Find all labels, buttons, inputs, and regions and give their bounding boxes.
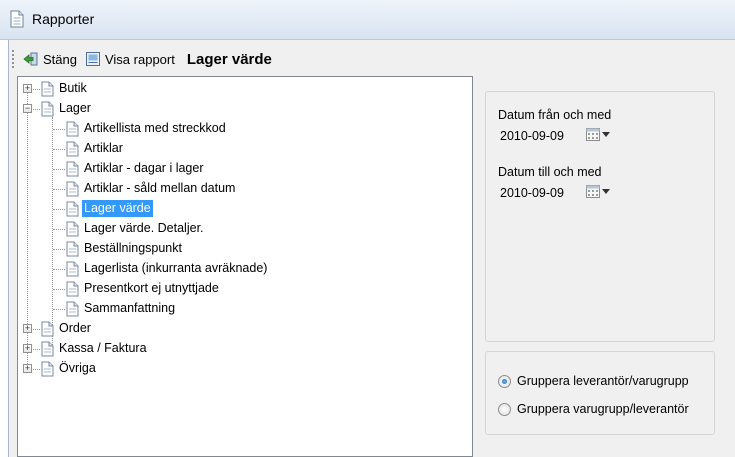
radio-button[interactable] (498, 402, 511, 416)
close-button-label: Stäng (43, 51, 77, 67)
document-icon (41, 321, 54, 337)
tree-connector (33, 89, 40, 90)
tree-node-label: Lager (59, 101, 91, 115)
document-icon (66, 181, 79, 197)
tree-node-artiklar[interactable]: Artiklar (18, 139, 458, 159)
close-button[interactable]: Stäng (21, 49, 83, 69)
tree-node-butik[interactable]: + Butik (18, 79, 458, 99)
document-icon (66, 301, 79, 317)
document-icon (66, 221, 79, 237)
document-icon (41, 101, 54, 117)
document-icon (66, 241, 79, 257)
date-from-value: 2010-09-09 (500, 129, 564, 143)
tree-node-lager-varde-detaljer[interactable]: Lager värde. Detaljer. (18, 219, 458, 239)
expand-icon[interactable]: + (23, 344, 32, 353)
document-icon (41, 81, 54, 97)
tree-node-label: Artikellista med streckkod (84, 121, 226, 135)
calendar-dropdown-button[interactable] (586, 185, 610, 198)
expand-icon[interactable]: + (23, 84, 32, 93)
tree-node-artiklar-sald[interactable]: Artiklar - såld mellan datum (18, 179, 458, 199)
document-icon (10, 10, 24, 28)
title-bar: Rapporter (0, 0, 735, 40)
tree-node-label: Beställningspunkt (84, 241, 182, 255)
tree-node-label: Lager värde. Detaljer. (84, 221, 204, 235)
tree-node-artiklar-dagar[interactable]: Artiklar - dagar i lager (18, 159, 458, 179)
toolbar: Stäng Visa rapport Lager värde (9, 44, 735, 74)
date-to-label: Datum till och med (498, 165, 602, 179)
tree-connector (53, 169, 65, 170)
tree-node-label: Lagerlista (inkurranta avräknade) (84, 261, 268, 275)
radio-option-group-supplier[interactable]: Gruppera varugrupp/leverantör (498, 402, 689, 416)
tree-connector (53, 269, 65, 270)
tree-node-lagerlista[interactable]: Lagerlista (inkurranta avräknade) (18, 259, 458, 279)
main-window: Stäng Visa rapport Lager värde + Butik − (8, 40, 735, 457)
exit-icon (23, 52, 38, 66)
calendar-dropdown-button[interactable] (586, 128, 610, 141)
tree-node-label: Presentkort ej utnyttjade (84, 281, 219, 295)
tree-node-label-selected: Lager värde (82, 200, 153, 217)
document-icon (66, 281, 79, 297)
document-icon (41, 341, 54, 357)
tree-node-label: Artiklar - dagar i lager (84, 161, 204, 175)
tree-connector (53, 309, 65, 310)
date-to-value: 2010-09-09 (500, 186, 564, 200)
radio-option-supplier-group[interactable]: Gruppera leverantör/varugrupp (498, 374, 689, 388)
tree-node-bestallningspunkt[interactable]: Beställningspunkt (18, 239, 458, 259)
report-tree[interactable]: + Butik − Lager Artikellista med streckk… (17, 76, 473, 457)
tree-node-lager-varde[interactable]: Lager värde (18, 199, 458, 219)
show-report-button[interactable]: Visa rapport (83, 49, 181, 69)
date-range-group: Datum från och med 2010-09-09 Datum till… (485, 91, 715, 342)
tree-node-lager[interactable]: − Lager (18, 99, 458, 119)
calendar-icon (586, 185, 600, 198)
report-preview-icon (85, 52, 100, 66)
tree-node-label: Artiklar (84, 141, 123, 155)
tree-connector (53, 289, 65, 290)
date-from-picker[interactable]: 2010-09-09 (498, 126, 626, 146)
tree-connector (33, 369, 40, 370)
report-title: Lager värde (186, 50, 272, 68)
tree-node-label: Övriga (59, 361, 96, 375)
radio-button-checked[interactable] (498, 374, 511, 388)
window-title: Rapporter (32, 11, 95, 27)
tree-connector (53, 129, 65, 130)
document-icon (66, 161, 79, 177)
expand-icon[interactable]: + (23, 324, 32, 333)
toolbar-grip[interactable] (11, 49, 15, 69)
tree-node-label: Butik (59, 81, 87, 95)
tree-connector (33, 329, 40, 330)
tree-node-presentkort[interactable]: Presentkort ej utnyttjade (18, 279, 458, 299)
show-report-button-label: Visa rapport (104, 51, 175, 67)
radio-option-label: Gruppera varugrupp/leverantör (517, 402, 689, 416)
tree-node-sammanfattning[interactable]: Sammanfattning (18, 299, 458, 319)
chevron-down-icon (602, 189, 610, 194)
document-icon (66, 261, 79, 277)
date-to-picker[interactable]: 2010-09-09 (498, 183, 626, 203)
date-from-label: Datum från och med (498, 108, 612, 122)
tree-node-kassa-faktura[interactable]: + Kassa / Faktura (18, 339, 458, 359)
document-icon (66, 121, 79, 137)
tree-connector (33, 109, 40, 110)
tree-node-label: Sammanfattning (84, 301, 176, 315)
expand-icon[interactable]: + (23, 364, 32, 373)
tree-node-label: Kassa / Faktura (59, 341, 147, 355)
tree-connector (53, 249, 65, 250)
tree-node-label: Order (59, 321, 91, 335)
tree-connector (53, 189, 65, 190)
calendar-icon (586, 128, 600, 141)
document-icon (66, 141, 79, 157)
document-icon (41, 361, 54, 377)
chevron-down-icon (602, 132, 610, 137)
tree-connector (53, 209, 65, 210)
tree-node-order[interactable]: + Order (18, 319, 458, 339)
tree-connector (33, 349, 40, 350)
collapse-icon[interactable]: − (23, 104, 32, 113)
document-icon (66, 201, 79, 217)
tree-node-label: Artiklar - såld mellan datum (84, 181, 236, 195)
tree-node-ovriga[interactable]: + Övriga (18, 359, 458, 379)
tree-connector (53, 149, 65, 150)
tree-node-artikellista[interactable]: Artikellista med streckkod (18, 119, 458, 139)
tree-connector (53, 229, 65, 230)
radio-option-label: Gruppera leverantör/varugrupp (517, 374, 689, 388)
grouping-options-group: Gruppera leverantör/varugrupp Gruppera v… (485, 351, 715, 435)
